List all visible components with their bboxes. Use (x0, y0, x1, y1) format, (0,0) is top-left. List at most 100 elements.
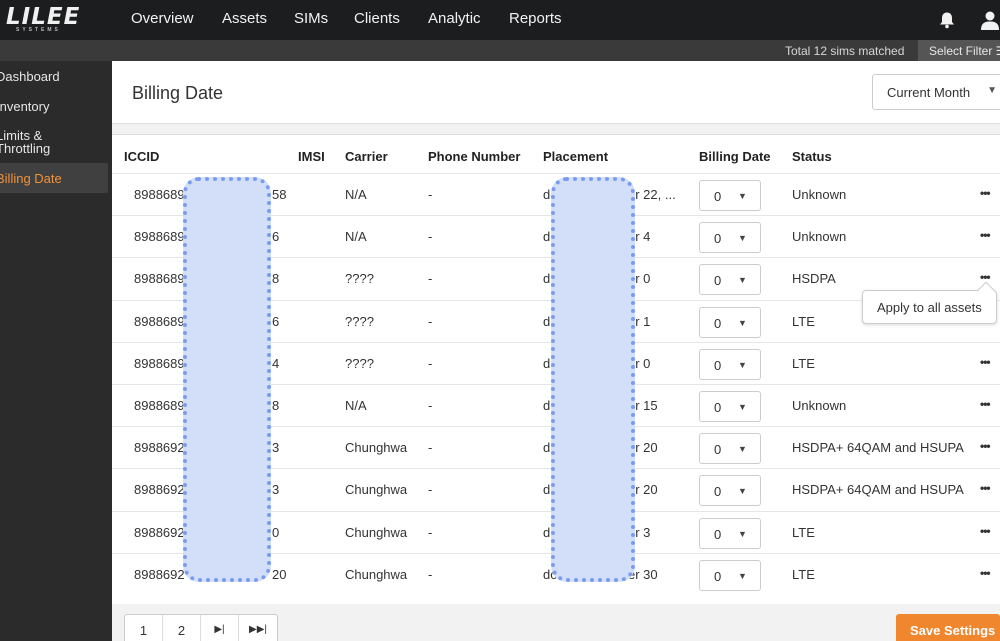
nav-analytic[interactable]: Analytic (428, 10, 481, 27)
iccid-start: 8988692 (134, 566, 185, 582)
carrier-cell: Chunghwa (345, 566, 408, 582)
phone-cell: - (428, 566, 433, 582)
placement-end: er 22, ... (628, 187, 676, 202)
chevron-down-icon: ▼ (738, 402, 747, 412)
chevron-down-icon: ▼ (738, 275, 747, 286)
sidebar-item-dashboard[interactable]: Dashboard (0, 70, 108, 85)
more-options-icon[interactable]: ••• (980, 397, 991, 411)
billing-date-value: 0 (714, 189, 722, 204)
apply-all-tooltip[interactable]: Apply to all assets (862, 281, 997, 324)
sidebar: Dashboard Inventory Limits & Throttling … (0, 61, 112, 641)
page-header: Billing Date Current Month ▼ (112, 61, 1000, 124)
brand-logo[interactable]: LILEE SYSTEMS (6, 4, 79, 34)
nav-assets[interactable]: Assets (222, 10, 267, 27)
iccid-start: 8988692 (134, 524, 185, 540)
placement-start: d (543, 313, 551, 329)
nav-reports[interactable]: Reports (509, 10, 562, 27)
billing-date-value: 0 (714, 400, 722, 415)
nav-overview[interactable]: Overview (131, 10, 194, 27)
billing-date-select[interactable]: 0 ▼ (699, 391, 761, 422)
placement-start: d (543, 271, 551, 287)
sidebar-item-limits[interactable]: Limits & Throttling (0, 129, 52, 159)
iccid-start: 8988689 (134, 398, 185, 413)
filter-bar: Total 12 sims matched Select Filter ☰ (0, 40, 1000, 61)
chevron-down-icon: ▼ (987, 85, 997, 96)
phone-cell: - (428, 440, 433, 456)
tooltip-text: Apply to all assets (877, 300, 982, 315)
iccid-start: 8988689 (134, 271, 185, 287)
billing-date-select[interactable]: 0 ▼ (699, 348, 761, 380)
col-iccid[interactable]: ICCID (124, 149, 159, 164)
billing-date-select[interactable]: 0 ▼ (699, 222, 761, 254)
chevron-down-icon: ▼ (738, 528, 747, 539)
billing-date-value: 0 (714, 442, 722, 458)
iccid-end: 0 (272, 524, 280, 540)
status-cell: LTE (792, 313, 815, 329)
top-navbar: LILEE SYSTEMS Overview Assets SIMs Clien… (0, 0, 1000, 40)
period-select[interactable]: Current Month ▼ (872, 74, 1000, 110)
status-cell: Unknown (792, 229, 847, 245)
billing-date-select[interactable]: 0 ▼ (699, 306, 761, 338)
bell-icon[interactable] (938, 11, 956, 29)
more-options-icon[interactable]: ••• (980, 524, 991, 538)
iccid-start: 8988689 (134, 229, 185, 245)
billing-date-value: 0 (714, 526, 722, 542)
billing-date-select[interactable]: 0 ▼ (699, 433, 761, 465)
carrier-cell: ???? (345, 355, 374, 371)
iccid-end: 6 (272, 229, 280, 245)
col-status[interactable]: Status (792, 149, 832, 164)
save-settings-button[interactable]: Save Settings (896, 614, 1000, 641)
iccid-start: 8988692 (134, 440, 185, 456)
more-options-icon[interactable]: ••• (980, 186, 991, 200)
col-billing-date[interactable]: Billing Date (699, 149, 771, 164)
iccid-start: 8988689 (134, 355, 185, 371)
placement-start: d (543, 482, 551, 498)
col-phone-number[interactable]: Phone Number (428, 149, 520, 164)
sidebar-item-billing-date[interactable]: Billing Date (0, 163, 108, 193)
billing-date-select[interactable]: 0 ▼ (699, 264, 761, 296)
next-page-icon[interactable]: ▶| (201, 615, 239, 641)
col-placement[interactable]: Placement (543, 149, 608, 164)
more-options-icon[interactable]: ••• (980, 355, 991, 369)
billing-date-select[interactable]: 0 ▼ (699, 475, 761, 507)
billing-date-value: 0 (714, 568, 722, 584)
placement-start: d (543, 229, 551, 245)
iccid-start: 8988689 (134, 313, 185, 329)
chevron-down-icon: ▼ (738, 359, 747, 370)
select-filter-button[interactable]: Select Filter ☰ (918, 40, 1000, 61)
col-carrier[interactable]: Carrier (345, 149, 388, 164)
carrier-cell: N/A (345, 398, 367, 413)
nav-clients[interactable]: Clients (354, 10, 400, 27)
user-icon[interactable] (980, 10, 1000, 30)
more-options-icon[interactable]: ••• (980, 566, 991, 580)
iccid-end: 20 (272, 566, 287, 582)
billing-date-value: 0 (714, 231, 722, 247)
phone-cell: - (428, 271, 433, 287)
billing-date-value: 0 (714, 484, 722, 500)
page-1-button[interactable]: 1 (125, 615, 163, 641)
nav-sims[interactable]: SIMs (294, 10, 328, 27)
status-cell: HSDPA (792, 271, 836, 287)
col-imsi[interactable]: IMSI (298, 149, 325, 164)
iccid-end: 4 (272, 355, 280, 371)
period-select-value: Current Month (887, 85, 971, 100)
phone-cell: - (428, 187, 433, 202)
carrier-cell: N/A (345, 229, 367, 245)
carrier-cell: ???? (345, 271, 374, 287)
phone-cell: - (428, 482, 433, 498)
billing-date-select[interactable]: 0 ▼ (699, 517, 761, 549)
carrier-cell: N/A (345, 187, 367, 202)
more-options-icon[interactable]: ••• (980, 439, 991, 453)
more-options-icon[interactable]: ••• (980, 481, 991, 495)
billing-date-select[interactable]: 0 ▼ (699, 180, 761, 211)
sidebar-item-inventory[interactable]: Inventory (0, 100, 108, 115)
status-cell: LTE (792, 566, 815, 582)
phone-cell: - (428, 524, 433, 540)
iccid-end: 6 (272, 313, 280, 329)
more-options-icon[interactable]: ••• (980, 228, 991, 242)
carrier-cell: ???? (345, 313, 374, 329)
last-page-icon[interactable]: ▶▶| (239, 615, 277, 641)
phone-cell: - (428, 229, 433, 245)
page-2-button[interactable]: 2 (163, 615, 201, 641)
billing-date-select[interactable]: 0 ▼ (699, 559, 761, 591)
